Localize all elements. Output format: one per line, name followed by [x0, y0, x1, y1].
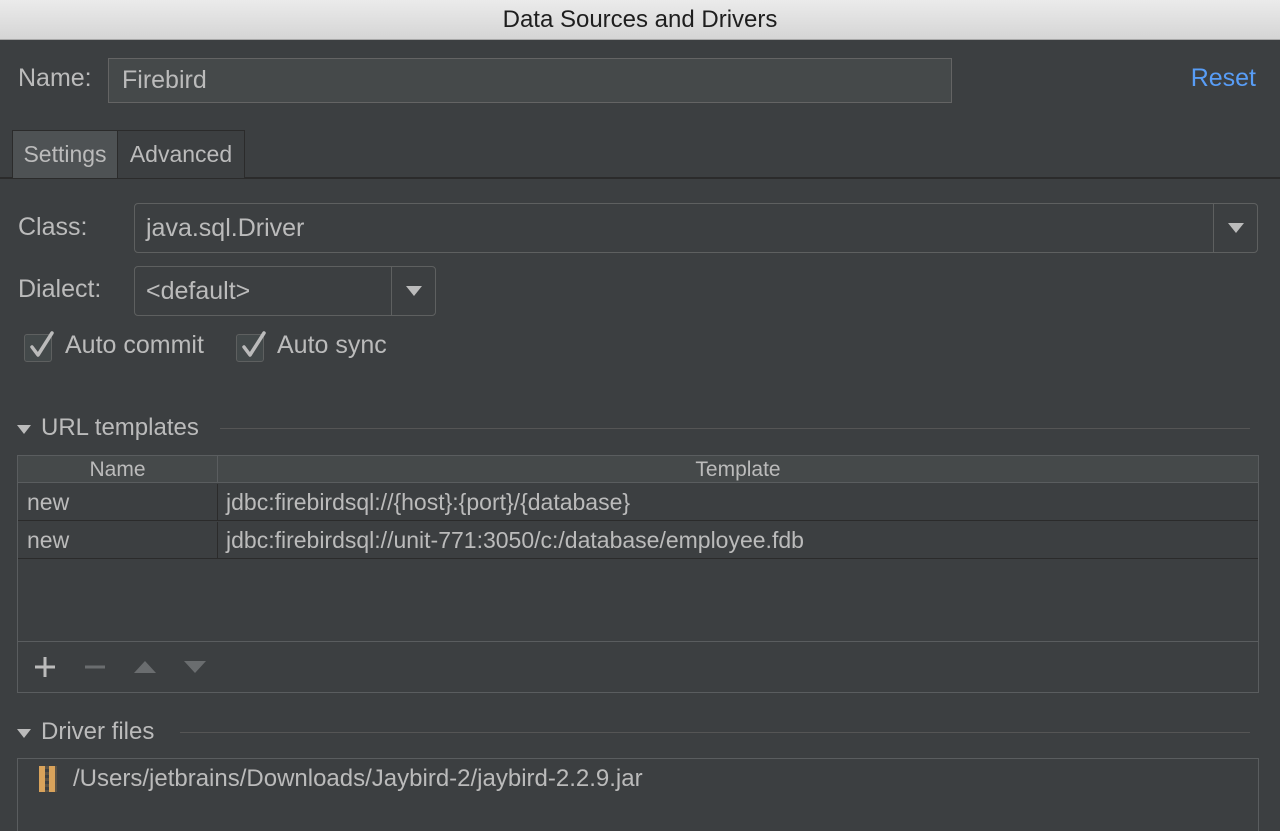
- dialect-combobox[interactable]: <default>: [134, 266, 436, 316]
- url-templates-title[interactable]: URL templates: [41, 414, 199, 442]
- auto-sync-label[interactable]: Auto sync: [277, 331, 387, 360]
- chevron-down-icon: [406, 286, 422, 296]
- class-value: java.sql.Driver: [146, 214, 305, 242]
- dialect-value: <default>: [146, 277, 251, 305]
- row-template-cell[interactable]: jdbc:firebirdsql://unit-771:3050/c:/data…: [226, 522, 804, 559]
- jar-archive-icon: [39, 766, 57, 792]
- row-name-cell[interactable]: new: [18, 484, 218, 521]
- tab-advanced[interactable]: Advanced: [117, 130, 245, 178]
- class-combobox[interactable]: java.sql.Driver: [134, 203, 1258, 253]
- driver-files-collapse-icon[interactable]: [17, 729, 31, 738]
- driver-files-title[interactable]: Driver files: [41, 718, 154, 746]
- tab-settings[interactable]: Settings: [12, 130, 118, 178]
- name-label: Name:: [18, 64, 92, 92]
- move-down-icon[interactable]: [180, 652, 210, 682]
- column-header-name[interactable]: Name: [18, 456, 218, 483]
- table-row[interactable]: new jdbc:firebirdsql://unit-771:3050/c:/…: [18, 522, 1258, 559]
- window-title: Data Sources and Drivers: [0, 0, 1280, 40]
- chevron-down-icon: [1228, 223, 1244, 233]
- auto-commit-label[interactable]: Auto commit: [65, 331, 204, 360]
- table-toolbar-divider: [18, 641, 1258, 642]
- dialect-dropdown-button[interactable]: [391, 267, 435, 315]
- move-up-icon[interactable]: [130, 652, 160, 682]
- row-template-cell[interactable]: jdbc:firebirdsql://{host}:{port}/{databa…: [226, 484, 630, 521]
- class-dropdown-button[interactable]: [1213, 204, 1257, 252]
- driver-files-separator: [180, 732, 1250, 733]
- class-label: Class:: [18, 213, 88, 241]
- dialect-label: Dialect:: [18, 275, 102, 303]
- checkmark-icon: [242, 331, 266, 357]
- auto-commit-checkbox[interactable]: [24, 331, 54, 362]
- table-row[interactable]: new jdbc:firebirdsql://{host}:{port}/{da…: [18, 484, 1258, 521]
- reset-link[interactable]: Reset: [1191, 64, 1256, 93]
- checkmark-icon: [30, 331, 54, 357]
- column-header-template[interactable]: Template: [218, 456, 1258, 483]
- url-templates-separator: [220, 428, 1250, 429]
- auto-sync-checkbox[interactable]: [236, 331, 266, 362]
- url-templates-collapse-icon[interactable]: [17, 425, 31, 434]
- remove-icon[interactable]: [80, 652, 110, 682]
- driver-file-item[interactable]: /Users/jetbrains/Downloads/Jaybird-2/jay…: [73, 765, 643, 793]
- url-templates-table: Name Template new jdbc:firebirdsql://{ho…: [17, 455, 1259, 693]
- name-input[interactable]: Firebird: [108, 58, 952, 103]
- driver-files-list: /Users/jetbrains/Downloads/Jaybird-2/jay…: [17, 758, 1259, 831]
- row-name-cell[interactable]: new: [18, 522, 218, 559]
- add-icon[interactable]: [30, 652, 60, 682]
